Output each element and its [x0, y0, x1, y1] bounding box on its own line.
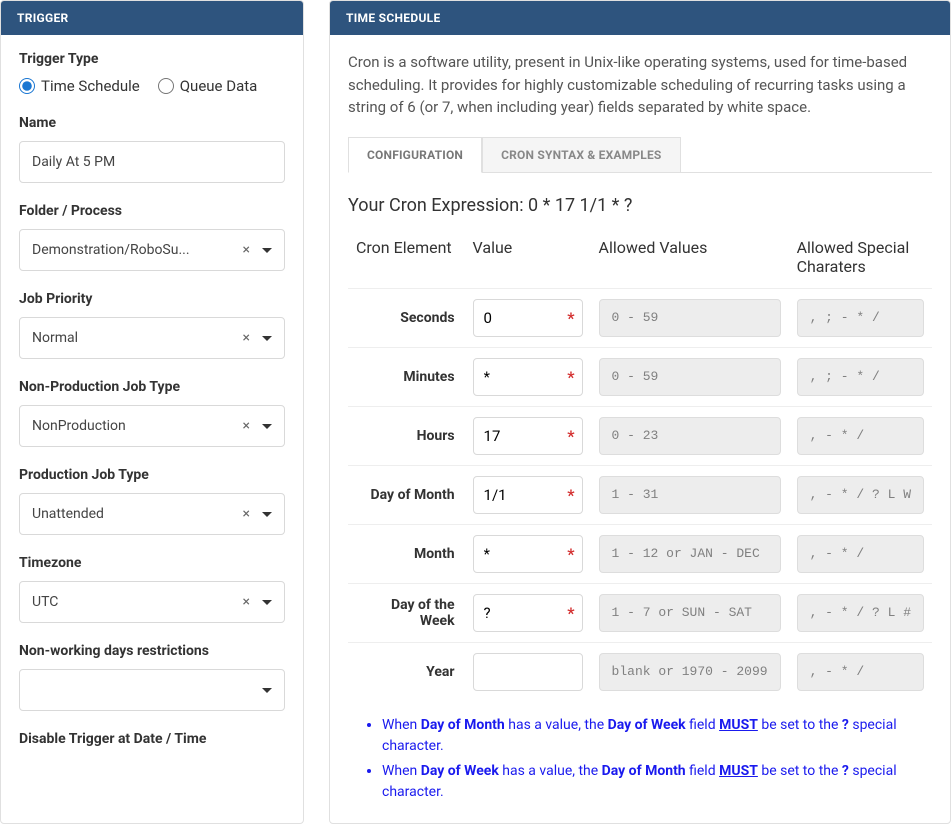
name-input[interactable] — [19, 141, 285, 183]
chevron-down-icon[interactable] — [262, 424, 272, 429]
cron-row: Day of Month * 1 - 31 , - * / ? L W — [348, 465, 932, 524]
cron-expression: Your Cron Expression: 0 * 17 1/1 * ? — [348, 195, 932, 216]
timezone-label: Timezone — [19, 555, 285, 571]
allowed-values: 1 - 31 — [599, 476, 781, 514]
cron-value-input[interactable] — [473, 653, 583, 691]
clear-icon[interactable]: × — [237, 418, 256, 434]
name-label: Name — [19, 115, 285, 131]
cron-element-label: Day of the Week — [348, 583, 465, 642]
allowed-special: , - * / — [797, 535, 924, 573]
cron-value-input[interactable] — [473, 417, 583, 455]
cron-notes: When Day of Month has a value, the Day o… — [348, 715, 932, 803]
prod-select[interactable]: Unattended × — [19, 493, 285, 535]
nonworking-label: Non-working days restrictions — [19, 643, 285, 659]
col-value: Value — [465, 232, 591, 289]
allowed-values: 0 - 59 — [599, 358, 781, 396]
cron-element-label: Month — [348, 524, 465, 583]
trigger-panel: TRIGGER Trigger Type Time Schedule Queue… — [0, 0, 304, 824]
required-star-icon: * — [567, 603, 574, 622]
cron-row: Seconds * 0 - 59 , ; - * / — [348, 288, 932, 347]
cron-table: Cron Element Value Allowed Values Allowe… — [348, 232, 932, 701]
trigger-header: TRIGGER — [1, 1, 303, 35]
clear-icon[interactable]: × — [237, 506, 256, 522]
cron-element-label: Minutes — [348, 347, 465, 406]
required-star-icon: * — [567, 367, 574, 386]
col-element: Cron Element — [348, 232, 465, 289]
folder-select[interactable]: Demonstration/RoboSu... × — [19, 229, 285, 271]
chevron-down-icon[interactable] — [262, 688, 272, 693]
nonworking-select[interactable] — [19, 669, 285, 711]
allowed-special: , - * / ? L W — [797, 476, 924, 514]
cron-value-input[interactable] — [473, 299, 583, 337]
radio-queue-label: Queue Data — [180, 77, 258, 95]
cron-element-label: Hours — [348, 406, 465, 465]
cron-row: Year blank or 1970 - 2099 , - * / — [348, 642, 932, 701]
radio-queue-data[interactable]: Queue Data — [158, 77, 258, 95]
cron-row: Day of the Week * 1 - 7 or SUN - SAT , - * … — [348, 583, 932, 642]
schedule-header: TIME SCHEDULE — [330, 1, 950, 35]
allowed-special: , - * / — [797, 653, 924, 691]
required-star-icon: * — [567, 426, 574, 445]
schedule-description: Cron is a software utility, present in U… — [348, 51, 932, 119]
chevron-down-icon[interactable] — [262, 512, 272, 517]
col-special: Allowed Special Charaters — [789, 232, 932, 289]
cron-element-label: Year — [348, 642, 465, 701]
cron-value-input[interactable] — [473, 535, 583, 573]
chevron-down-icon[interactable] — [262, 248, 272, 253]
allowed-values: 0 - 59 — [599, 299, 781, 337]
required-star-icon: * — [567, 485, 574, 504]
folder-label: Folder / Process — [19, 203, 285, 219]
allowed-special: , - * / ? L # — [797, 594, 924, 632]
radio-queue-input[interactable] — [158, 78, 174, 94]
allowed-special: , ; - * / — [797, 358, 924, 396]
chevron-down-icon[interactable] — [262, 600, 272, 605]
disable-label: Disable Trigger at Date / Time — [19, 731, 285, 747]
nonprod-select[interactable]: NonProduction × — [19, 405, 285, 447]
clear-icon[interactable]: × — [237, 242, 256, 258]
allowed-values: 1 - 12 or JAN - DEC — [599, 535, 781, 573]
tab-row: CONFIGURATION CRON SYNTAX & EXAMPLES — [348, 137, 932, 173]
clear-icon[interactable]: × — [237, 594, 256, 610]
allowed-special: , - * / — [797, 417, 924, 455]
cron-row: Month * 1 - 12 or JAN - DEC , - * / — [348, 524, 932, 583]
schedule-panel: TIME SCHEDULE Cron is a software utility… — [329, 0, 951, 824]
timezone-select[interactable]: UTC × — [19, 581, 285, 623]
allowed-values: 1 - 7 or SUN - SAT — [599, 594, 781, 632]
nonprod-label: Non-Production Job Type — [19, 379, 285, 395]
priority-label: Job Priority — [19, 291, 285, 307]
cron-expr-value: 0 * 17 1/1 * ? — [528, 195, 632, 216]
folder-value: Demonstration/RoboSu... — [32, 242, 237, 258]
cron-row: Minutes * 0 - 59 , ; - * / — [348, 347, 932, 406]
tab-configuration[interactable]: CONFIGURATION — [348, 137, 482, 173]
required-star-icon: * — [567, 544, 574, 563]
chevron-down-icon[interactable] — [262, 336, 272, 341]
tab-cron-syntax[interactable]: CRON SYNTAX & EXAMPLES — [482, 137, 680, 172]
radio-time-schedule[interactable]: Time Schedule — [19, 77, 140, 95]
timezone-value: UTC — [32, 594, 237, 610]
cron-element-label: Day of Month — [348, 465, 465, 524]
nonprod-value: NonProduction — [32, 418, 237, 434]
allowed-special: , ; - * / — [797, 299, 924, 337]
trigger-type-label: Trigger Type — [19, 51, 285, 67]
radio-time-input[interactable] — [19, 78, 35, 94]
cron-element-label: Seconds — [348, 288, 465, 347]
allowed-values: 0 - 23 — [599, 417, 781, 455]
note-2: When Day of Week has a value, the Day of… — [382, 761, 932, 803]
priority-select[interactable]: Normal × — [19, 317, 285, 359]
cron-row: Hours * 0 - 23 , - * / — [348, 406, 932, 465]
cron-expr-label: Your Cron Expression: — [348, 195, 528, 216]
prod-value: Unattended — [32, 506, 237, 522]
priority-value: Normal — [32, 330, 237, 346]
prod-label: Production Job Type — [19, 467, 285, 483]
required-star-icon: * — [567, 308, 574, 327]
allowed-values: blank or 1970 - 2099 — [599, 653, 781, 691]
note-1: When Day of Month has a value, the Day o… — [382, 715, 932, 757]
radio-time-label: Time Schedule — [41, 77, 140, 95]
clear-icon[interactable]: × — [237, 330, 256, 346]
cron-value-input[interactable] — [473, 594, 583, 632]
cron-value-input[interactable] — [473, 358, 583, 396]
cron-value-input[interactable] — [473, 476, 583, 514]
col-allowed: Allowed Values — [591, 232, 789, 289]
